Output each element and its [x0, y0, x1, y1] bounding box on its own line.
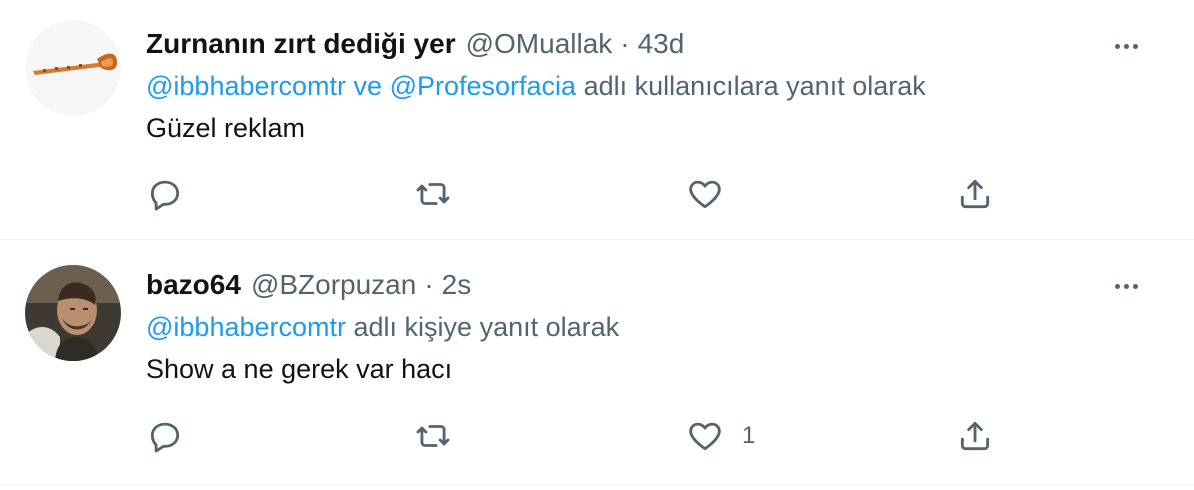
more-options-icon	[1114, 283, 1120, 289]
avatar[interactable]	[25, 265, 121, 361]
tweet-actions	[146, 174, 1006, 214]
tweet[interactable]: Zurnanın zırt dediği yer @OMuallak · 43d…	[0, 0, 1194, 240]
tweet-feed: Zurnanın zırt dediği yer @OMuallak · 43d…	[0, 0, 1194, 490]
mention-link[interactable]: @ibbhabercomtr	[146, 71, 346, 101]
separator-dot: ·	[620, 28, 630, 59]
user-photo-icon	[25, 265, 121, 361]
like-button[interactable]	[686, 174, 742, 214]
share-button[interactable]	[956, 416, 994, 456]
user-handle[interactable]: @OMuallak	[466, 27, 613, 61]
tweet-timestamp[interactable]: 43d	[638, 27, 685, 61]
tweet[interactable]: bazo64 @BZorpuzan · 2s @ibbhabercomtr ad…	[0, 240, 1194, 485]
like-count: 1	[742, 422, 756, 449]
retweet-icon	[416, 183, 450, 205]
tweet-actions: 1	[146, 416, 1006, 456]
more-options-button[interactable]	[1106, 274, 1146, 298]
share-icon	[960, 421, 990, 451]
more-options-button[interactable]	[1106, 34, 1146, 58]
retweet-button[interactable]	[414, 416, 452, 456]
reply-icon	[150, 180, 180, 211]
display-name[interactable]: Zurnanın zırt dediği yer	[146, 27, 456, 61]
mention-link[interactable]: @Profesorfacia	[390, 71, 576, 101]
more-options-icon	[1132, 43, 1138, 49]
reply-button[interactable]	[146, 416, 184, 456]
tweet-content: bazo64 @BZorpuzan · 2s @ibbhabercomtr ad…	[146, 268, 1054, 386]
share-button[interactable]	[956, 174, 994, 214]
reply-context: @ibbhabercomtr adlı kişiye yanıt olarak	[146, 310, 1054, 344]
tweet-header: bazo64 @BZorpuzan · 2s	[146, 268, 1054, 302]
retweet-button[interactable]	[414, 174, 452, 214]
tweet-content: Zurnanın zırt dediği yer @OMuallak · 43d…	[146, 27, 1054, 145]
more-options-icon	[1123, 283, 1129, 289]
zurna-avatar-icon	[25, 20, 121, 116]
reply-icon	[150, 422, 180, 453]
tweet-text: Güzel reklam	[146, 113, 306, 143]
reply-suffix: adlı kullanıcılara yanıt olarak	[583, 71, 926, 101]
more-options-icon	[1123, 43, 1129, 49]
separator-dot: ·	[424, 269, 434, 300]
mention-joiner: ve	[353, 71, 383, 101]
retweet-icon	[416, 425, 450, 447]
heart-icon	[689, 422, 721, 451]
more-options-icon	[1132, 283, 1138, 289]
heart-icon	[689, 180, 721, 209]
tweet-text: Show a ne gerek var hacı	[146, 354, 453, 384]
avatar[interactable]	[25, 20, 121, 116]
tweet-timestamp[interactable]: 2s	[442, 268, 472, 302]
share-icon	[960, 179, 990, 209]
like-button[interactable]: 1	[686, 416, 755, 456]
reply-suffix: adlı kişiye yanıt olarak	[353, 312, 620, 342]
mention-link[interactable]: @ibbhabercomtr	[146, 312, 346, 342]
display-name[interactable]: bazo64	[146, 268, 241, 302]
user-handle[interactable]: @BZorpuzan	[251, 268, 416, 302]
reply-context: @ibbhabercomtr ve @Profesorfacia adlı ku…	[146, 69, 1054, 103]
tweet-header: Zurnanın zırt dediği yer @OMuallak · 43d	[146, 27, 1054, 61]
more-options-icon	[1114, 43, 1120, 49]
reply-button[interactable]	[146, 174, 184, 214]
